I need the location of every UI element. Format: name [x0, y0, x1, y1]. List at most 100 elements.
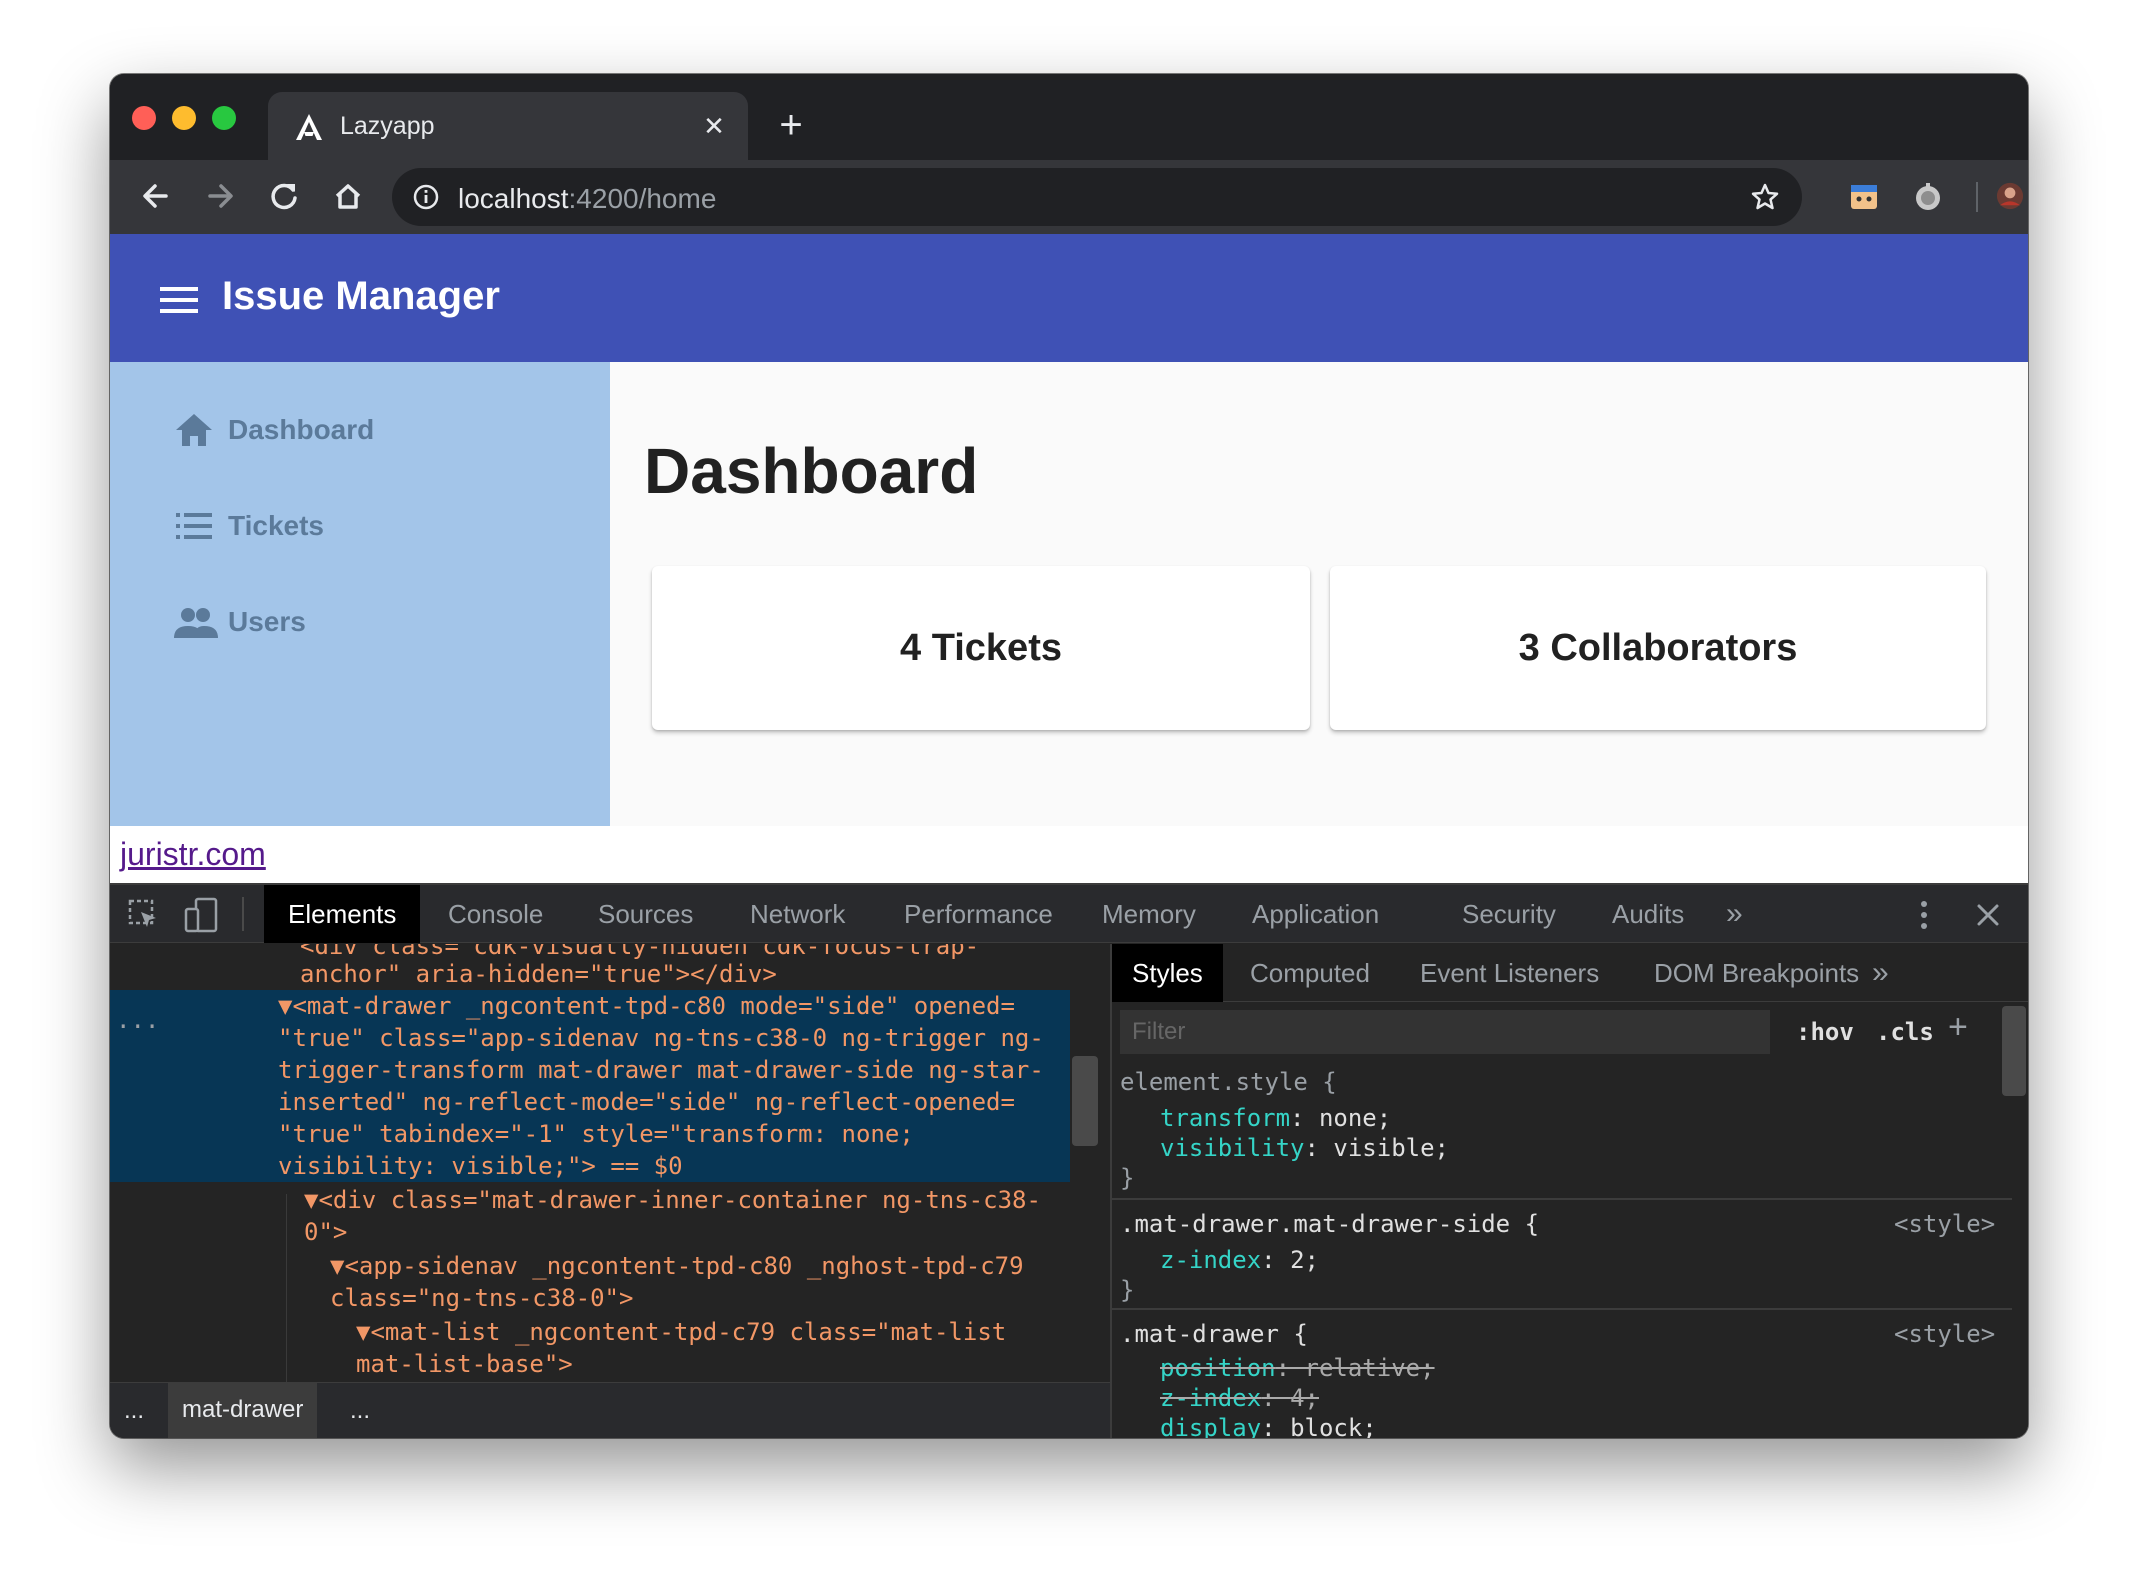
- home-icon[interactable]: [322, 170, 374, 222]
- address-bar[interactable]: localhost:4200/home: [392, 168, 1802, 226]
- more-panes-button[interactable]: »: [1852, 944, 1909, 1002]
- elements-scrollbar[interactable]: [1072, 1056, 1098, 1146]
- reload-icon[interactable]: [258, 170, 310, 222]
- tab-memory[interactable]: Memory: [1078, 885, 1220, 943]
- tab-network[interactable]: Network: [726, 885, 869, 943]
- tab-console[interactable]: Console: [424, 885, 567, 943]
- rule-separator: [1112, 1308, 2012, 1310]
- css-property-overridden[interactable]: z-index: 4;: [1160, 1382, 1319, 1414]
- collaborators-card[interactable]: 3 Collaborators: [1330, 566, 1986, 730]
- sidebar-item-dashboard[interactable]: Dashboard: [174, 400, 594, 460]
- web-page: Issue Manager Dashboard Tickets Users Da…: [110, 234, 2028, 883]
- dom-line[interactable]: class="ng-tns-c38-0">: [330, 1282, 633, 1314]
- sidebar-item-label: Users: [228, 606, 306, 637]
- dom-line[interactable]: anchor" aria-hidden="true"></div>: [300, 958, 777, 990]
- css-property[interactable]: transform: none;: [1160, 1102, 1391, 1134]
- sidebar-item-tickets[interactable]: Tickets: [174, 496, 594, 556]
- card-label: 3 Collaborators: [1518, 627, 1798, 669]
- breadcrumb-ellipsis[interactable]: ...: [350, 1397, 370, 1425]
- breadcrumb-item[interactable]: mat-drawer: [168, 1383, 318, 1438]
- dom-line[interactable]: "true" tabindex="-1" style="transform: n…: [278, 1118, 914, 1150]
- tab-dom-breakpoints[interactable]: DOM Breakpoints: [1634, 944, 1879, 1002]
- footer-link[interactable]: juristr.com: [120, 836, 266, 873]
- close-window-light[interactable]: [132, 106, 156, 130]
- tab-styles[interactable]: Styles: [1112, 944, 1223, 1002]
- breadcrumb-ellipsis[interactable]: ...: [124, 1397, 144, 1425]
- tab-security[interactable]: Security: [1438, 885, 1580, 943]
- dom-line[interactable]: ▼<app-sidenav _ngcontent-tpd-c80 _nghost…: [330, 1250, 1024, 1282]
- css-property[interactable]: z-index: 2;: [1160, 1244, 1319, 1276]
- back-arrow-icon[interactable]: [130, 170, 182, 222]
- row-ellipsis[interactable]: ...: [116, 1004, 159, 1036]
- extension-icon[interactable]: [1838, 170, 1890, 222]
- close-devtools-icon[interactable]: [1976, 903, 2000, 927]
- class-toggle[interactable]: .cls: [1876, 1016, 1934, 1048]
- rule-selector[interactable]: .mat-drawer.mat-drawer-side {: [1120, 1208, 1539, 1240]
- tab-strip: Lazyapp ✕ +: [110, 74, 2028, 160]
- browser-toolbar: localhost:4200/home: [110, 160, 2028, 234]
- tab-sources[interactable]: Sources: [574, 885, 717, 943]
- info-icon[interactable]: [412, 183, 440, 211]
- dom-line[interactable]: ▼<mat-drawer _ngcontent-tpd-c80 mode="si…: [278, 990, 1015, 1022]
- toolbar-divider: [1976, 182, 1978, 212]
- css-property[interactable]: display: block;: [1160, 1412, 1377, 1438]
- rule-selector[interactable]: element.style {: [1120, 1066, 1337, 1098]
- profile-avatar-icon[interactable]: [1990, 170, 2028, 222]
- styles-pane: Styles Computed Event Listeners DOM Brea…: [1110, 944, 2028, 1438]
- dom-line[interactable]: ▼<mat-list _ngcontent-tpd-c79 class="mat…: [356, 1316, 1006, 1348]
- zoom-window-light[interactable]: [212, 106, 236, 130]
- url-host: localhost: [458, 183, 569, 214]
- property-name: z-index: [1160, 1384, 1262, 1412]
- new-style-rule-button[interactable]: +: [1948, 1008, 1968, 1047]
- footer: juristr.com: [110, 826, 2028, 883]
- url-text: localhost:4200/home: [458, 183, 716, 215]
- device-toolbar-icon[interactable]: [184, 897, 218, 933]
- tab-computed[interactable]: Computed: [1230, 944, 1390, 1002]
- tab-elements[interactable]: Elements: [264, 885, 421, 943]
- sidebar-item-users[interactable]: Users: [174, 592, 594, 652]
- menu-hamburger-icon[interactable]: [160, 286, 198, 314]
- rule-source-link[interactable]: <style>: [1894, 1318, 1995, 1350]
- styles-filter-input[interactable]: Filter: [1120, 1010, 1770, 1054]
- app-title: Issue Manager: [222, 274, 500, 318]
- minimize-window-light[interactable]: [172, 106, 196, 130]
- card-label: 4 Tickets: [900, 627, 1062, 669]
- elements-tree[interactable]: ... <div class="cdk-visually-hidden cdk-…: [110, 944, 1110, 1382]
- close-tab-icon[interactable]: ✕: [694, 106, 734, 146]
- tab-audits[interactable]: Audits: [1588, 885, 1708, 943]
- devtools-tabbar: Elements Console Sources Network Perform…: [110, 885, 2028, 943]
- rule-separator: [1112, 1198, 2012, 1200]
- devtools-menu-icon[interactable]: [1918, 899, 1930, 931]
- tab-performance[interactable]: Performance: [880, 885, 1077, 943]
- bookmark-star-icon[interactable]: [1750, 182, 1780, 212]
- property-name: display: [1160, 1414, 1262, 1438]
- rule-selector[interactable]: .mat-drawer {: [1120, 1318, 1308, 1350]
- css-property[interactable]: visibility: visible;: [1160, 1132, 1449, 1164]
- rule-source-link[interactable]: <style>: [1894, 1208, 1995, 1240]
- breadcrumb: ... mat-drawer ...: [110, 1382, 1110, 1438]
- forward-arrow-icon[interactable]: [194, 170, 246, 222]
- dom-line[interactable]: visibility: visible;"> == $0: [278, 1150, 683, 1182]
- dom-line[interactable]: 0">: [304, 1216, 347, 1248]
- rule-close-brace: }: [1120, 1164, 1135, 1192]
- url-path: :4200/home: [568, 183, 717, 214]
- extension-icon[interactable]: [1902, 170, 1954, 222]
- new-tab-button[interactable]: +: [766, 102, 816, 152]
- dom-line[interactable]: trigger-transform mat-drawer mat-drawer-…: [278, 1054, 1044, 1086]
- dom-line[interactable]: mat-list-base">: [356, 1348, 573, 1380]
- property-value: block;: [1290, 1414, 1377, 1438]
- browser-tab[interactable]: Lazyapp ✕: [268, 92, 748, 160]
- dom-line[interactable]: ▼<div class="mat-drawer-inner-container …: [304, 1184, 1041, 1216]
- styles-scrollbar[interactable]: [2002, 1006, 2026, 1096]
- dom-line[interactable]: "true" class="app-sidenav ng-tns-c38-0 n…: [278, 1022, 1044, 1054]
- tab-application[interactable]: Application: [1228, 885, 1403, 943]
- hover-state-toggle[interactable]: :hov: [1796, 1016, 1854, 1048]
- tickets-card[interactable]: 4 Tickets: [652, 566, 1310, 730]
- property-name: position: [1160, 1354, 1276, 1382]
- inspect-element-icon[interactable]: [128, 899, 160, 931]
- property-value: visible;: [1333, 1134, 1449, 1162]
- css-property-overridden[interactable]: position: relative;: [1160, 1352, 1435, 1384]
- dom-line[interactable]: inserted" ng-reflect-mode="side" ng-refl…: [278, 1086, 1015, 1118]
- tab-event-listeners[interactable]: Event Listeners: [1400, 944, 1619, 1002]
- more-tabs-button[interactable]: »: [1702, 885, 1767, 943]
